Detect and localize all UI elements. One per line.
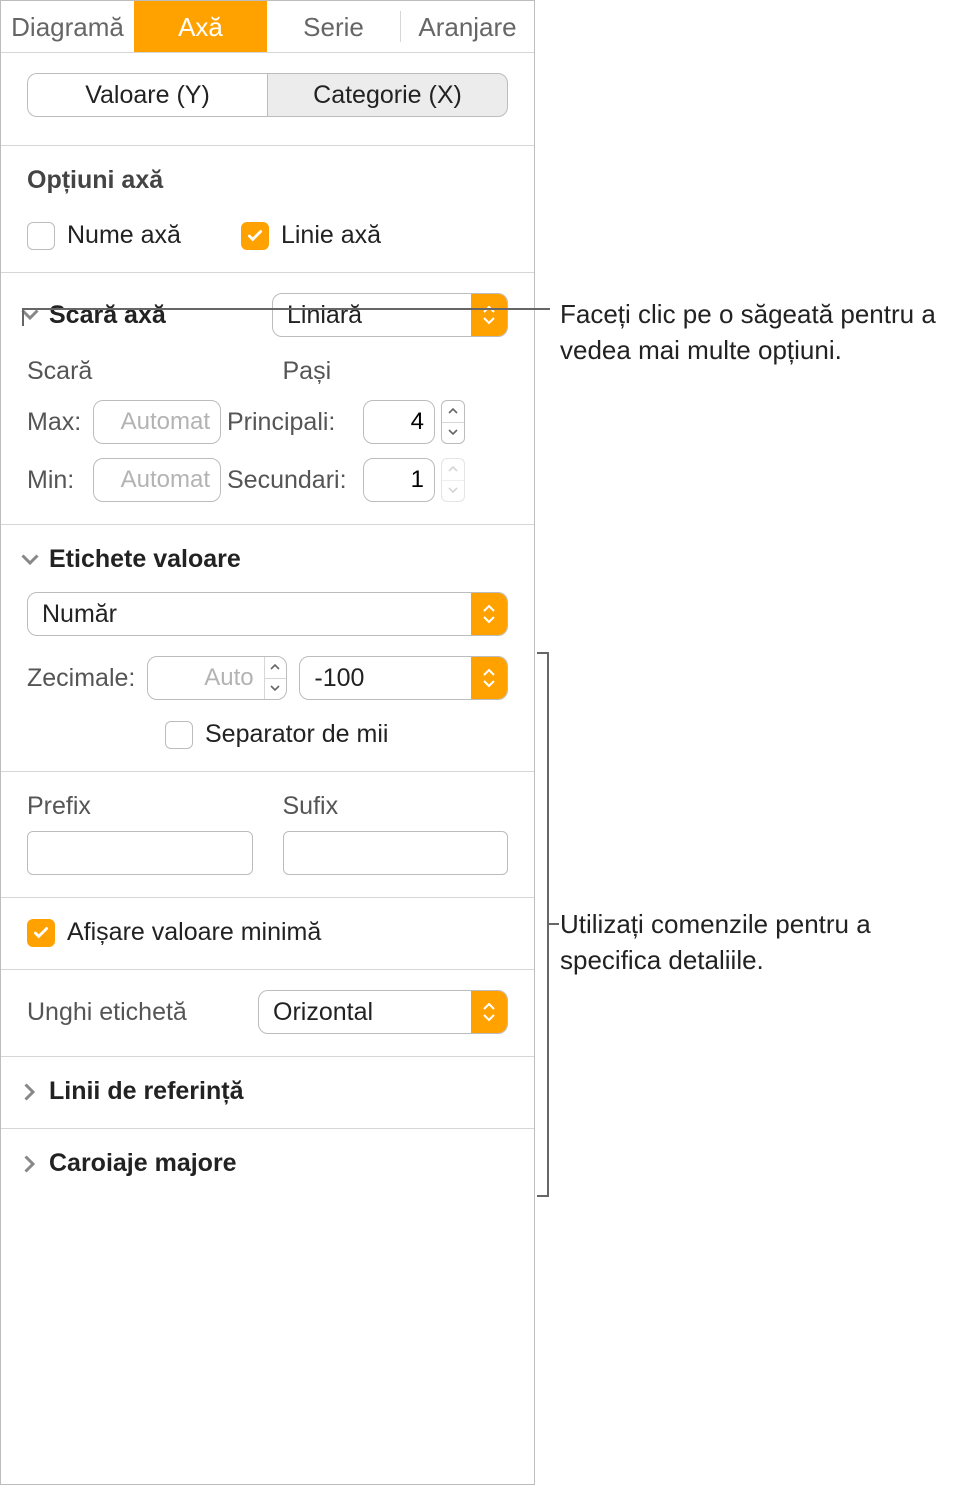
disclosure-reference-lines[interactable]: Linii de referință xyxy=(21,1077,508,1106)
callout-1-line xyxy=(22,308,550,310)
minor-label: Secundari: xyxy=(227,466,357,495)
decimals-label: Zecimale: xyxy=(27,664,135,693)
section-value-labels: Etichete valoare Număr Zecimale: -100 xyxy=(1,525,534,772)
scale-sublabel: Scară xyxy=(27,357,253,386)
select-handle-icon xyxy=(471,657,507,699)
select-handle-icon xyxy=(471,294,507,336)
chevron-right-icon xyxy=(21,1155,39,1173)
chevron-down-icon xyxy=(21,551,39,569)
label-angle-value: Orizontal xyxy=(259,991,471,1033)
thousands-separator-label: Separator de mii xyxy=(205,720,388,749)
steps-sublabel: Pași xyxy=(283,357,509,386)
value-labels-title: Etichete valoare xyxy=(49,545,241,574)
disclosure-value-labels[interactable]: Etichete valoare xyxy=(21,545,508,574)
major-gridlines-title: Caroiaje majore xyxy=(49,1149,237,1178)
axis-options-title: Opțiuni axă xyxy=(27,166,508,195)
select-handle-icon xyxy=(471,593,507,635)
callout-text-2: Utilizați comenzile pentru a specifica d… xyxy=(560,906,960,979)
section-axis-options: Opțiuni axă Nume axă Linie axă xyxy=(1,145,534,273)
axis-scale-title: Scară axă xyxy=(49,301,166,330)
stepper-up-icon[interactable] xyxy=(442,459,464,481)
select-scale-type[interactable]: Liniară xyxy=(272,293,508,337)
callout-2-bracket-mid xyxy=(549,923,559,925)
stepper-up-icon[interactable] xyxy=(442,401,464,423)
major-label: Principali: xyxy=(227,408,357,437)
min-input[interactable] xyxy=(94,459,220,501)
section-label-angle: Unghi etichetă Orizontal xyxy=(1,970,534,1057)
tab-arrange[interactable]: Aranjare xyxy=(401,1,534,52)
negative-format-value: -100 xyxy=(300,657,471,699)
prefix-label: Prefix xyxy=(27,792,253,821)
axis-line-label: Linie axă xyxy=(281,221,381,250)
label-angle-label: Unghi etichetă xyxy=(27,998,238,1027)
section-show-min: Afișare valoare minimă xyxy=(1,898,534,970)
minor-field[interactable] xyxy=(363,458,435,502)
max-label: Max: xyxy=(27,408,87,437)
chevron-right-icon xyxy=(21,1083,39,1101)
stepper-up-icon[interactable] xyxy=(265,657,287,679)
section-prefix-suffix: Prefix Sufix xyxy=(1,772,534,898)
max-field[interactable] xyxy=(93,400,221,444)
stepper-down-icon[interactable] xyxy=(265,679,287,700)
callout-2-bracket-top xyxy=(537,652,547,654)
max-input[interactable] xyxy=(94,401,220,443)
tab-series[interactable]: Serie xyxy=(267,1,400,52)
show-min-label: Afișare valoare minimă xyxy=(67,918,321,947)
major-stepper[interactable] xyxy=(441,400,465,444)
disclosure-axis-scale[interactable]: Scară axă xyxy=(21,301,166,330)
decimals-stepper[interactable] xyxy=(264,657,287,699)
decimals-input[interactable] xyxy=(148,657,263,699)
decimals-field[interactable] xyxy=(147,656,287,700)
select-label-angle[interactable]: Orizontal xyxy=(258,990,508,1034)
number-format-value: Număr xyxy=(28,593,471,635)
select-handle-icon xyxy=(471,991,507,1033)
subtab-value-y[interactable]: Valoare (Y) xyxy=(27,73,267,117)
suffix-input[interactable] xyxy=(283,831,509,875)
section-major-gridlines: Caroiaje majore xyxy=(1,1129,534,1200)
callout-text-1: Faceți clic pe o săgeată pentru a vedea … xyxy=(560,296,950,369)
tab-chart[interactable]: Diagramă xyxy=(1,1,134,52)
tab-axis[interactable]: Axă xyxy=(134,1,267,52)
checkbox-axis-line[interactable] xyxy=(241,222,269,250)
prefix-input[interactable] xyxy=(27,831,253,875)
stepper-down-icon[interactable] xyxy=(442,423,464,444)
subtab-category-x[interactable]: Categorie (X) xyxy=(267,73,508,117)
checkbox-axis-name[interactable] xyxy=(27,222,55,250)
stepper-down-icon[interactable] xyxy=(442,481,464,502)
min-field[interactable] xyxy=(93,458,221,502)
select-negative-format[interactable]: -100 xyxy=(299,656,508,700)
checkbox-show-min-value[interactable] xyxy=(27,919,55,947)
scale-type-value: Liniară xyxy=(273,294,471,336)
axis-subtabs: Valoare (Y) Categorie (X) xyxy=(27,73,508,117)
select-number-format[interactable]: Număr xyxy=(27,592,508,636)
section-reference-lines: Linii de referință xyxy=(1,1057,534,1129)
minor-input[interactable] xyxy=(364,459,434,501)
section-axis-scale: Scară axă Liniară Scară Pași Max: Princi… xyxy=(1,273,534,525)
min-label: Min: xyxy=(27,466,87,495)
reference-lines-title: Linii de referință xyxy=(49,1077,243,1106)
major-field[interactable] xyxy=(363,400,435,444)
major-input[interactable] xyxy=(364,401,434,443)
format-panel: Diagramă Axă Serie Aranjare Valoare (Y) … xyxy=(0,0,535,1485)
suffix-label: Sufix xyxy=(283,792,509,821)
callout-1-tick xyxy=(22,308,24,326)
callout-2-bracket-bottom xyxy=(537,1195,547,1197)
top-nav: Diagramă Axă Serie Aranjare xyxy=(1,1,534,53)
disclosure-major-gridlines[interactable]: Caroiaje majore xyxy=(21,1149,508,1178)
axis-name-label: Nume axă xyxy=(67,221,181,250)
minor-stepper[interactable] xyxy=(441,458,465,502)
checkbox-thousands-separator[interactable] xyxy=(165,721,193,749)
